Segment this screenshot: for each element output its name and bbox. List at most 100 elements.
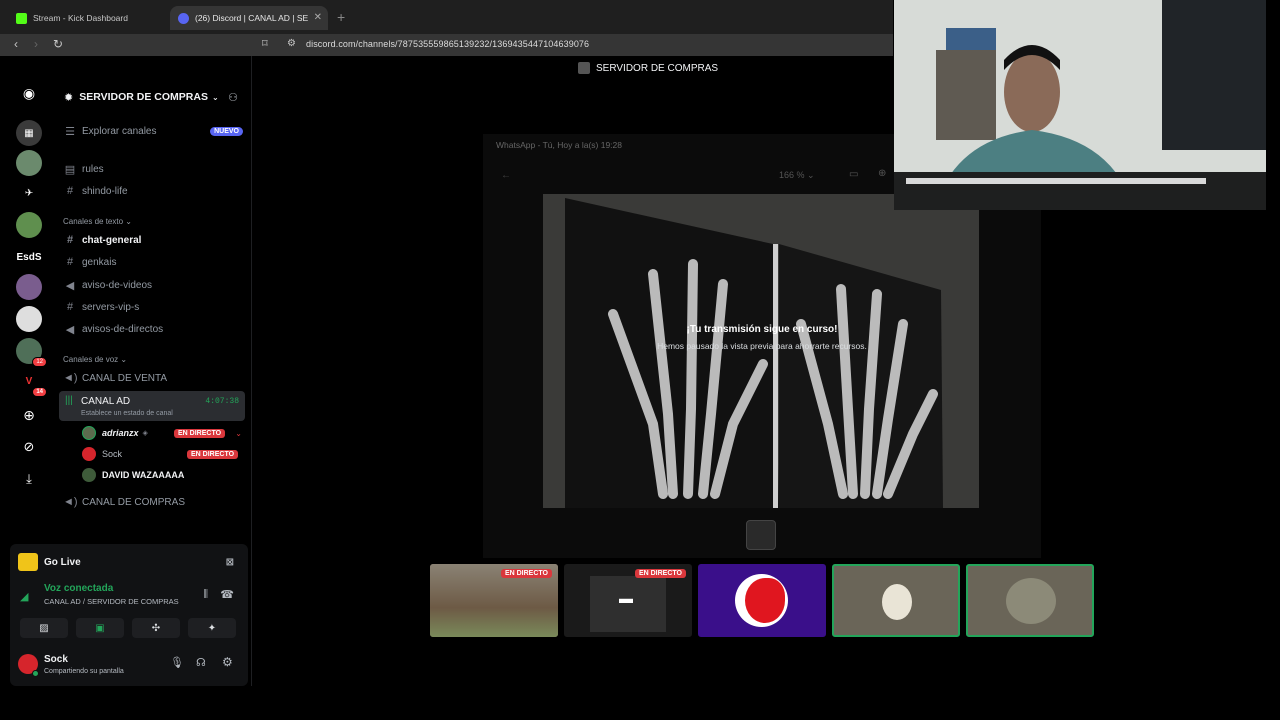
screen-share-icon: ▬: [619, 590, 633, 606]
avatar: [82, 426, 96, 440]
zoom-level: 166 % ⌄: [779, 170, 815, 180]
participant-tile[interactable]: EN DIRECTO: [430, 564, 558, 637]
invite-icon[interactable]: ⚇: [228, 91, 238, 104]
disconnect-icon[interactable]: ☎: [220, 588, 234, 601]
kick-icon: [16, 12, 27, 24]
channel-label: CANAL DE COMPRAS: [82, 496, 185, 508]
url-field[interactable]: discord.com/channels/787535559865139232/…: [306, 39, 589, 49]
server-name: SERVIDOR DE COMPRAS: [79, 91, 208, 103]
hash-icon: #: [66, 185, 74, 197]
hash-icon: #: [66, 256, 74, 268]
user-name[interactable]: Sock: [44, 654, 68, 665]
channel-aviso-de-videos[interactable]: ◀ aviso-de-videos: [63, 276, 152, 294]
voice-channel-compras[interactable]: ◄) CANAL DE COMPRAS: [63, 493, 185, 511]
channel-status-prompt[interactable]: Establece un estado de canal: [81, 410, 173, 417]
server-icon[interactable]: V 14: [16, 368, 47, 397]
hash-icon: #: [66, 234, 74, 246]
server-icon[interactable]: [16, 274, 42, 300]
channel-genkais[interactable]: # genkais: [63, 253, 117, 271]
user-name: DAVID WAZAAAAA: [102, 470, 185, 480]
rules-icon: ▤: [64, 163, 76, 176]
download-icon[interactable]: ⤓: [16, 466, 42, 492]
server-esds[interactable]: EsdS: [16, 244, 42, 270]
reload-icon[interactable]: ↻: [53, 37, 63, 51]
activities-button[interactable]: ✣: [132, 618, 180, 638]
live-badge: EN DIRECTO: [187, 449, 239, 459]
user-row: Sock Compartiendo su pantalla 🎙 ☊ ⚙: [10, 644, 248, 682]
channel-servers-vip-s[interactable]: # servers-vip-s: [63, 298, 139, 316]
voice-location[interactable]: CANAL AD / SERVIDOR DE COMPRAS: [44, 597, 179, 606]
stage-title: SERVIDOR DE COMPRAS: [596, 62, 719, 74]
share-screen-button[interactable]: ▣: [76, 618, 124, 638]
server-small-icon: [578, 62, 590, 74]
live-badge: EN DIRECTO: [634, 569, 686, 578]
activity-icon: ◈: [142, 430, 148, 437]
tab-kick-dashboard[interactable]: Stream - Kick Dashboard: [8, 6, 168, 30]
server-icon[interactable]: ✈: [16, 180, 42, 206]
voice-user-david[interactable]: DAVID WAZAAAAA: [82, 466, 184, 484]
participant-tile[interactable]: [698, 564, 826, 637]
discord-home-icon[interactable]: ◉: [16, 80, 42, 106]
participant-tile[interactable]: [966, 564, 1094, 637]
go-live-label: Go Live: [44, 556, 81, 568]
server-icon[interactable]: [16, 150, 42, 176]
go-live-row[interactable]: Go Live ⊠: [10, 544, 248, 580]
channel-chat-general[interactable]: # chat-general: [63, 231, 142, 249]
xray-illustration: [543, 194, 979, 508]
noise-suppression-icon[interactable]: ⫼: [203, 589, 208, 600]
server-header[interactable]: ✹ SERVIDOR DE COMPRAS ⌄ ⚇: [54, 84, 252, 110]
category-text[interactable]: Canales de texto ⌄: [63, 217, 132, 226]
voice-timer: 4:07:38: [205, 397, 239, 406]
tab-label: (26) Discord | CANAL AD | SE: [195, 13, 309, 23]
back-icon[interactable]: ‹: [14, 37, 18, 51]
add-server-icon[interactable]: ⊕: [16, 402, 42, 428]
server-icon[interactable]: [16, 306, 42, 332]
camera-off-button[interactable]: ▨: [20, 618, 68, 638]
channel-shindo-life[interactable]: # shindo-life: [63, 182, 128, 200]
tab-discord[interactable]: (26) Discord | CANAL AD | SE ✕: [170, 6, 328, 30]
participant-tile[interactable]: ▬ EN DIRECTO: [564, 564, 692, 637]
mention-badge: 14: [32, 387, 47, 397]
bookmark-icon[interactable]: ⌑: [262, 37, 268, 50]
stage-header: SERVIDOR DE COMPRAS: [578, 62, 718, 74]
user-name: adrianzx: [102, 428, 139, 438]
soundboard-button[interactable]: ✦: [188, 618, 236, 638]
new-tab-button[interactable]: +: [337, 9, 345, 25]
server-icon[interactable]: [16, 212, 42, 238]
channel-label: genkais: [82, 256, 117, 268]
server-icon[interactable]: ▦: [16, 120, 42, 146]
participant-tile[interactable]: [832, 564, 960, 637]
channel-label: shindo-life: [82, 185, 128, 197]
voice-channel-venta[interactable]: ◄) CANAL DE VENTA: [63, 369, 167, 387]
headphones-icon[interactable]: ☊: [196, 656, 206, 669]
status-dot: [32, 670, 39, 677]
go-live-icon: [18, 553, 38, 571]
voice-channel-ad[interactable]: ||| CANAL AD 4:07:38 Establece un estado…: [59, 391, 245, 421]
activities-icon: ✣: [151, 622, 161, 634]
paused-title: ¡Tu transmisión sigue en curso!: [686, 324, 838, 335]
channel-avisos-de-directos[interactable]: ◀ avisos-de-directos: [63, 320, 163, 338]
chevron-down-icon[interactable]: ⌄: [235, 429, 242, 438]
camera-off-icon: ▨: [39, 622, 49, 634]
list-icon: ☰: [65, 125, 75, 138]
channel-label: aviso-de-videos: [82, 279, 153, 291]
avatar: [882, 584, 912, 620]
channel-label: servers-vip-s: [82, 301, 140, 313]
speaker-icon: ◄): [63, 372, 78, 384]
site-info-icon[interactable]: ⚙: [287, 38, 296, 49]
forward-icon[interactable]: ›: [34, 37, 38, 51]
close-tab-icon[interactable]: ✕: [314, 12, 322, 23]
discover-icon[interactable]: ⊘: [16, 434, 42, 460]
microphone-icon[interactable]: 🎙: [170, 656, 184, 669]
close-icon[interactable]: ⊠: [226, 557, 234, 568]
thumbnail-icon[interactable]: [746, 520, 776, 550]
voice-user-adrianzx[interactable]: adrianzx ◈ EN DIRECTO ⌄: [82, 424, 242, 442]
settings-gear-icon[interactable]: ⚙: [222, 655, 233, 669]
zoom-icon: ⊕: [878, 168, 887, 179]
explore-channels[interactable]: ☰ Explorar canales NUEVO: [63, 122, 243, 140]
category-voice[interactable]: Canales de voz ⌄: [63, 355, 127, 364]
channel-rules[interactable]: ▤ rules: [63, 160, 104, 178]
server-icon[interactable]: 12: [16, 338, 47, 367]
tab-label: Stream - Kick Dashboard: [33, 13, 128, 23]
voice-user-sock[interactable]: Sock EN DIRECTO: [82, 445, 242, 463]
